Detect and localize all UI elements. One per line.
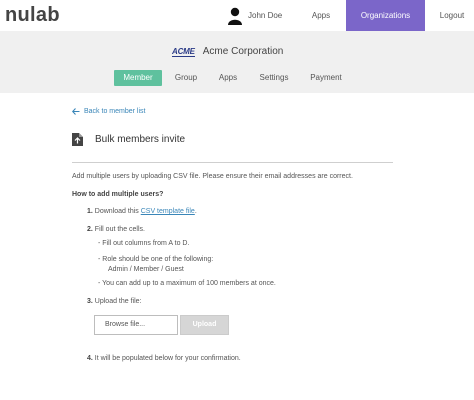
tab-payment[interactable]: Payment [305,70,347,86]
browse-file-button[interactable]: Browse file... [94,315,178,335]
step-4: 4. It will be populated below for your c… [87,354,241,363]
heading-divider [72,162,393,163]
step-2: 2. Fill out the cells. [87,225,145,234]
step-4-text: It will be populated below for your conf… [94,355,241,362]
bullet-3-text: You can add up to a maximum of 100 membe… [102,280,276,287]
step-2-bullet-2: - Role should be one of the following: [98,256,214,263]
step-1-suffix: . [194,208,197,215]
step-1: 1. Download this CSV template file. [87,207,197,216]
nav-apps[interactable]: Apps [306,0,336,31]
step-4-number: 4. [87,355,93,362]
role-options-text: Admin / Member / Guest [108,266,184,273]
back-link-label: Back to member list [84,108,146,115]
step-2-number: 2. [87,226,93,233]
step-2-bullet-3: - You can add up to a maximum of 100 mem… [98,280,276,287]
user-menu[interactable]: John Doe [227,0,282,31]
step-3-number: 3. [87,298,93,305]
step-1-prefix: Download this [94,208,141,215]
user-name: John Doe [248,11,283,20]
tab-settings[interactable]: Settings [254,70,294,86]
csv-template-link[interactable]: CSV template file [141,208,195,215]
nav-logout[interactable]: Logout [432,0,472,31]
tab-member[interactable]: Member [114,70,162,86]
user-avatar-icon [228,7,242,25]
back-to-member-list-link[interactable]: Back to member list [72,108,145,115]
nulab-logo[interactable]: nulab [5,3,60,27]
acme-logo: ACME [172,46,195,57]
step-2-bullet-1: - Fill out columns from A to D. [98,240,190,247]
file-upload-icon [72,133,83,146]
organization-tabs: Member Group Apps Settings Payment [0,70,474,86]
organization-name: Acme Corporation [202,46,284,57]
step-2-text: Fill out the cells. [94,226,145,233]
page-heading: Bulk members invite [72,133,185,146]
tab-group[interactable]: Group [170,70,202,86]
bullet-1-text: Fill out columns from A to D. [102,240,190,247]
bullet-2-text: Role should be one of the following: [102,256,214,263]
organization-header: ACME Acme Corporation Member Group Apps … [0,31,474,93]
page-title: Bulk members invite [95,134,186,145]
nav-organizations[interactable]: Organizations [346,0,425,31]
step-3-text: Upload the file: [94,298,142,305]
arrow-left-icon [72,108,80,115]
intro-text: Add multiple users by uploading CSV file… [72,173,353,180]
tab-apps[interactable]: Apps [214,70,242,86]
step-3: 3. Upload the file: [87,297,142,306]
upload-button[interactable]: Upload [180,315,229,335]
top-navigation-bar: nulab John Doe Apps Organizations Logout [0,0,474,32]
howto-heading: How to add multiple users? [72,191,164,198]
step-1-number: 1. [87,208,93,215]
organization-title: ACME Acme Corporation [172,46,283,57]
